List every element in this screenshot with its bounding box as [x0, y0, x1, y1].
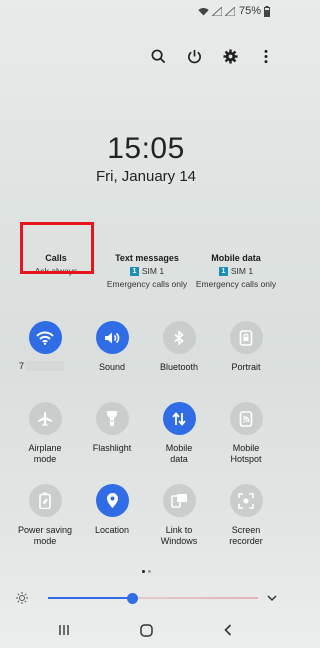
- tile-flashlight-label: Flashlight: [92, 443, 132, 453]
- sim-mobile-data-title: Mobile data: [211, 253, 261, 263]
- tile-power-saving-label: Power saving mode: [17, 525, 73, 546]
- signal-icon-2: [224, 6, 235, 16]
- tile-screen-recorder[interactable]: Screen recorder: [213, 484, 279, 547]
- tile-flashlight[interactable]: Flashlight: [79, 402, 145, 454]
- screen-recorder-icon[interactable]: [229, 484, 263, 517]
- search-icon[interactable]: [150, 48, 166, 64]
- airplane-icon[interactable]: [28, 402, 62, 435]
- tile-screen-recorder-label: Screen recorder: [229, 525, 263, 546]
- wifi-network-label: 7: [19, 361, 65, 371]
- more-options-icon[interactable]: [258, 48, 274, 64]
- data-arrows-icon[interactable]: [162, 402, 196, 435]
- sim-badge-icon: 1: [129, 266, 139, 276]
- tile-link-windows-label: Link to Windows: [160, 525, 198, 546]
- brightness-slider-thumb[interactable]: [126, 593, 138, 604]
- brightness-slider-fill: [48, 597, 132, 599]
- sim-text-messages[interactable]: Text messages 1 SIM 1 Emergency calls on…: [104, 253, 190, 289]
- tile-mobile-data-label: Mobile data: [165, 443, 193, 464]
- sim-text-messages-title: Text messages: [115, 253, 179, 263]
- home-icon[interactable]: [134, 622, 158, 638]
- portrait-lock-icon[interactable]: [229, 321, 263, 354]
- tile-airplane[interactable]: Airplane mode: [12, 402, 78, 465]
- tile-location[interactable]: Location: [79, 484, 145, 536]
- status-icons: 75%: [198, 5, 270, 17]
- battery-leaf-icon[interactable]: [28, 484, 62, 517]
- location-pin-icon[interactable]: [95, 484, 129, 517]
- sim-text-messages-sim: 1 SIM 1: [104, 266, 190, 276]
- page-dot-active: [141, 570, 145, 573]
- battery-icon: [264, 5, 270, 17]
- recent-apps-icon[interactable]: [52, 622, 76, 638]
- brightness-slider-track[interactable]: [48, 593, 258, 604]
- sim-text-messages-sim-name: SIM 1: [141, 266, 165, 276]
- brightness-control: [16, 590, 278, 606]
- hotspot-icon[interactable]: [229, 402, 263, 435]
- tile-portrait[interactable]: Portrait: [213, 321, 279, 373]
- tile-bluetooth[interactable]: Bluetooth: [146, 321, 212, 373]
- signal-icon: [211, 6, 222, 16]
- flashlight-icon[interactable]: [95, 402, 129, 435]
- tile-link-windows[interactable]: Link to Windows: [146, 484, 212, 547]
- clock-time: 15:05: [107, 132, 185, 165]
- calls-highlight-box: [20, 222, 94, 274]
- tile-location-label: Location: [94, 525, 130, 535]
- chevron-down-icon[interactable]: [266, 592, 278, 604]
- wifi-label: 7: [19, 361, 25, 371]
- tile-wifi[interactable]: [12, 321, 78, 354]
- sim-mobile-data-sim: 1 SIM 1: [194, 266, 278, 276]
- tile-airplane-label: Airplane mode: [28, 443, 62, 464]
- status-bar: 75%: [0, 0, 292, 22]
- wifi-name-redaction: [26, 361, 65, 371]
- settings-gear-icon[interactable]: [222, 48, 238, 64]
- link-windows-icon[interactable]: [162, 484, 196, 517]
- sim-mobile-data-sim-name: SIM 1: [230, 266, 254, 276]
- bluetooth-icon[interactable]: [162, 321, 196, 354]
- speaker-icon[interactable]: [95, 321, 129, 354]
- wifi-status-icon: [198, 7, 209, 16]
- tile-hotspot-label: Mobile Hotspot: [230, 443, 262, 464]
- wifi-icon[interactable]: [28, 321, 62, 354]
- top-actions: [150, 48, 274, 64]
- tile-sound[interactable]: Sound: [79, 321, 145, 373]
- sim-mobile-data-note: Emergency calls only: [195, 279, 277, 289]
- tile-portrait-label: Portrait: [231, 362, 261, 372]
- battery-percent: 75%: [238, 5, 261, 17]
- page-indicator: [0, 570, 292, 573]
- sim-text-messages-note: Emergency calls only: [106, 279, 188, 289]
- page-dot: [147, 570, 151, 573]
- clock-date: Fri, January 14: [95, 168, 197, 185]
- power-icon[interactable]: [186, 48, 202, 64]
- sim-mobile-data[interactable]: Mobile data 1 SIM 1 Emergency calls only: [194, 253, 278, 289]
- sim-badge-icon: 1: [218, 266, 228, 276]
- tile-sound-label: Sound: [98, 362, 126, 372]
- navigation-bar: [0, 612, 292, 648]
- back-icon[interactable]: [216, 622, 240, 638]
- tile-power-saving[interactable]: Power saving mode: [12, 484, 78, 547]
- tile-hotspot[interactable]: Mobile Hotspot: [213, 402, 279, 465]
- tile-mobile-data[interactable]: Mobile data: [146, 402, 212, 465]
- brightness-sun-icon: [16, 592, 28, 604]
- tile-bluetooth-label: Bluetooth: [159, 362, 199, 372]
